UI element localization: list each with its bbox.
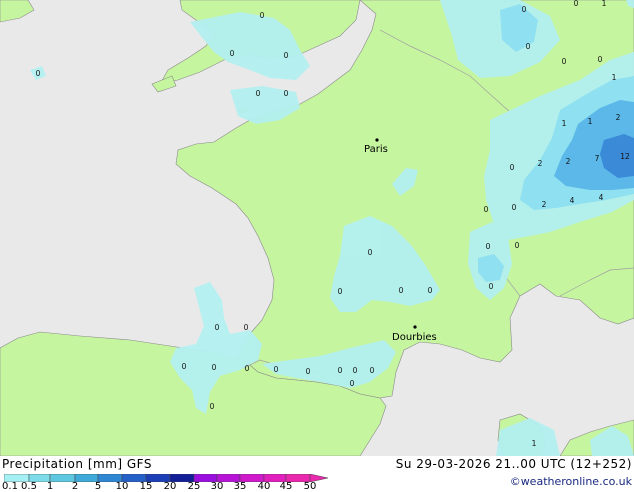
value-label: 0: [306, 367, 311, 376]
precipitation-map: 0 0 0 0 0 0 0 0 0 1 0 0 1 1 2 1 2 7 12 0…: [0, 0, 634, 457]
legend-tick-label: 50: [303, 481, 317, 492]
legend-tick-label: 0.1: [2, 481, 18, 492]
value-label: 0: [486, 242, 491, 251]
city-marker: [375, 138, 379, 142]
value-label: 0: [338, 287, 343, 296]
legend-tick-label: 0.5: [21, 481, 37, 492]
legend-tick-label: 40: [257, 481, 271, 492]
value-label: 0: [526, 42, 531, 51]
value-label: 0: [598, 55, 603, 64]
value-label: 0: [245, 364, 250, 373]
value-label: 0: [230, 49, 235, 58]
value-label: 0: [274, 365, 279, 374]
value-label: 0: [36, 69, 41, 78]
value-label: 2: [542, 200, 547, 209]
value-label: 0: [284, 89, 289, 98]
value-label: 0: [338, 366, 343, 375]
footer-bar: Precipitation [mm] GFS Su 29-03-2026 21.…: [0, 456, 634, 492]
value-label: 0: [256, 89, 261, 98]
value-label: 12: [620, 152, 630, 161]
value-label: 0: [212, 363, 217, 372]
value-label: 1: [612, 73, 617, 82]
value-label: 0: [182, 362, 187, 371]
value-label: 0: [489, 282, 494, 291]
value-label: 1: [602, 0, 607, 8]
value-label: 0: [562, 57, 567, 66]
value-label: 0: [522, 5, 527, 14]
value-label: 0: [284, 51, 289, 60]
city-label: Dourbies: [392, 332, 437, 343]
legend-tick-label: 10: [115, 481, 129, 492]
value-label: 0: [512, 203, 517, 212]
legend-tick-label: 45: [279, 481, 293, 492]
credit-link[interactable]: ©weatheronline.co.uk: [510, 475, 632, 488]
value-label: 4: [570, 196, 575, 205]
legend-tick-label: 35: [233, 481, 247, 492]
value-label: 0: [260, 11, 265, 20]
legend-tick-label: 25: [187, 481, 201, 492]
legend-tick-label: 1: [46, 481, 54, 492]
value-label: 0: [510, 163, 515, 172]
value-label: 0: [370, 366, 375, 375]
city-label: Paris: [364, 144, 388, 155]
value-label: 2: [538, 159, 543, 168]
value-label: 2: [566, 157, 571, 166]
value-label: 0: [350, 379, 355, 388]
value-label: 0: [244, 323, 249, 332]
value-label: 0: [215, 323, 220, 332]
value-label: 0: [484, 205, 489, 214]
value-label: 0: [574, 0, 579, 8]
value-label: 0: [399, 286, 404, 295]
value-label: 1: [588, 117, 593, 126]
value-label: 1: [562, 119, 567, 128]
legend-tick-label: 20: [163, 481, 177, 492]
legend-tick-label: 5: [94, 481, 102, 492]
value-label: 0: [515, 241, 520, 250]
value-label: 0: [210, 402, 215, 411]
value-label: 4: [599, 193, 604, 202]
value-label: 1: [532, 439, 537, 448]
value-label: 7: [595, 154, 600, 163]
legend-tick-label: 2: [71, 481, 79, 492]
value-label: 0: [353, 366, 358, 375]
value-label: 0: [368, 248, 373, 257]
valid-time: Su 29-03-2026 21..00 UTC (12+252): [395, 457, 632, 471]
city-marker: [413, 325, 417, 329]
legend-tick-label: 30: [210, 481, 224, 492]
legend-tick-label: 15: [139, 481, 153, 492]
value-label: 2: [616, 113, 621, 122]
product-title: Precipitation [mm] GFS: [2, 457, 152, 471]
value-label: 0: [428, 286, 433, 295]
